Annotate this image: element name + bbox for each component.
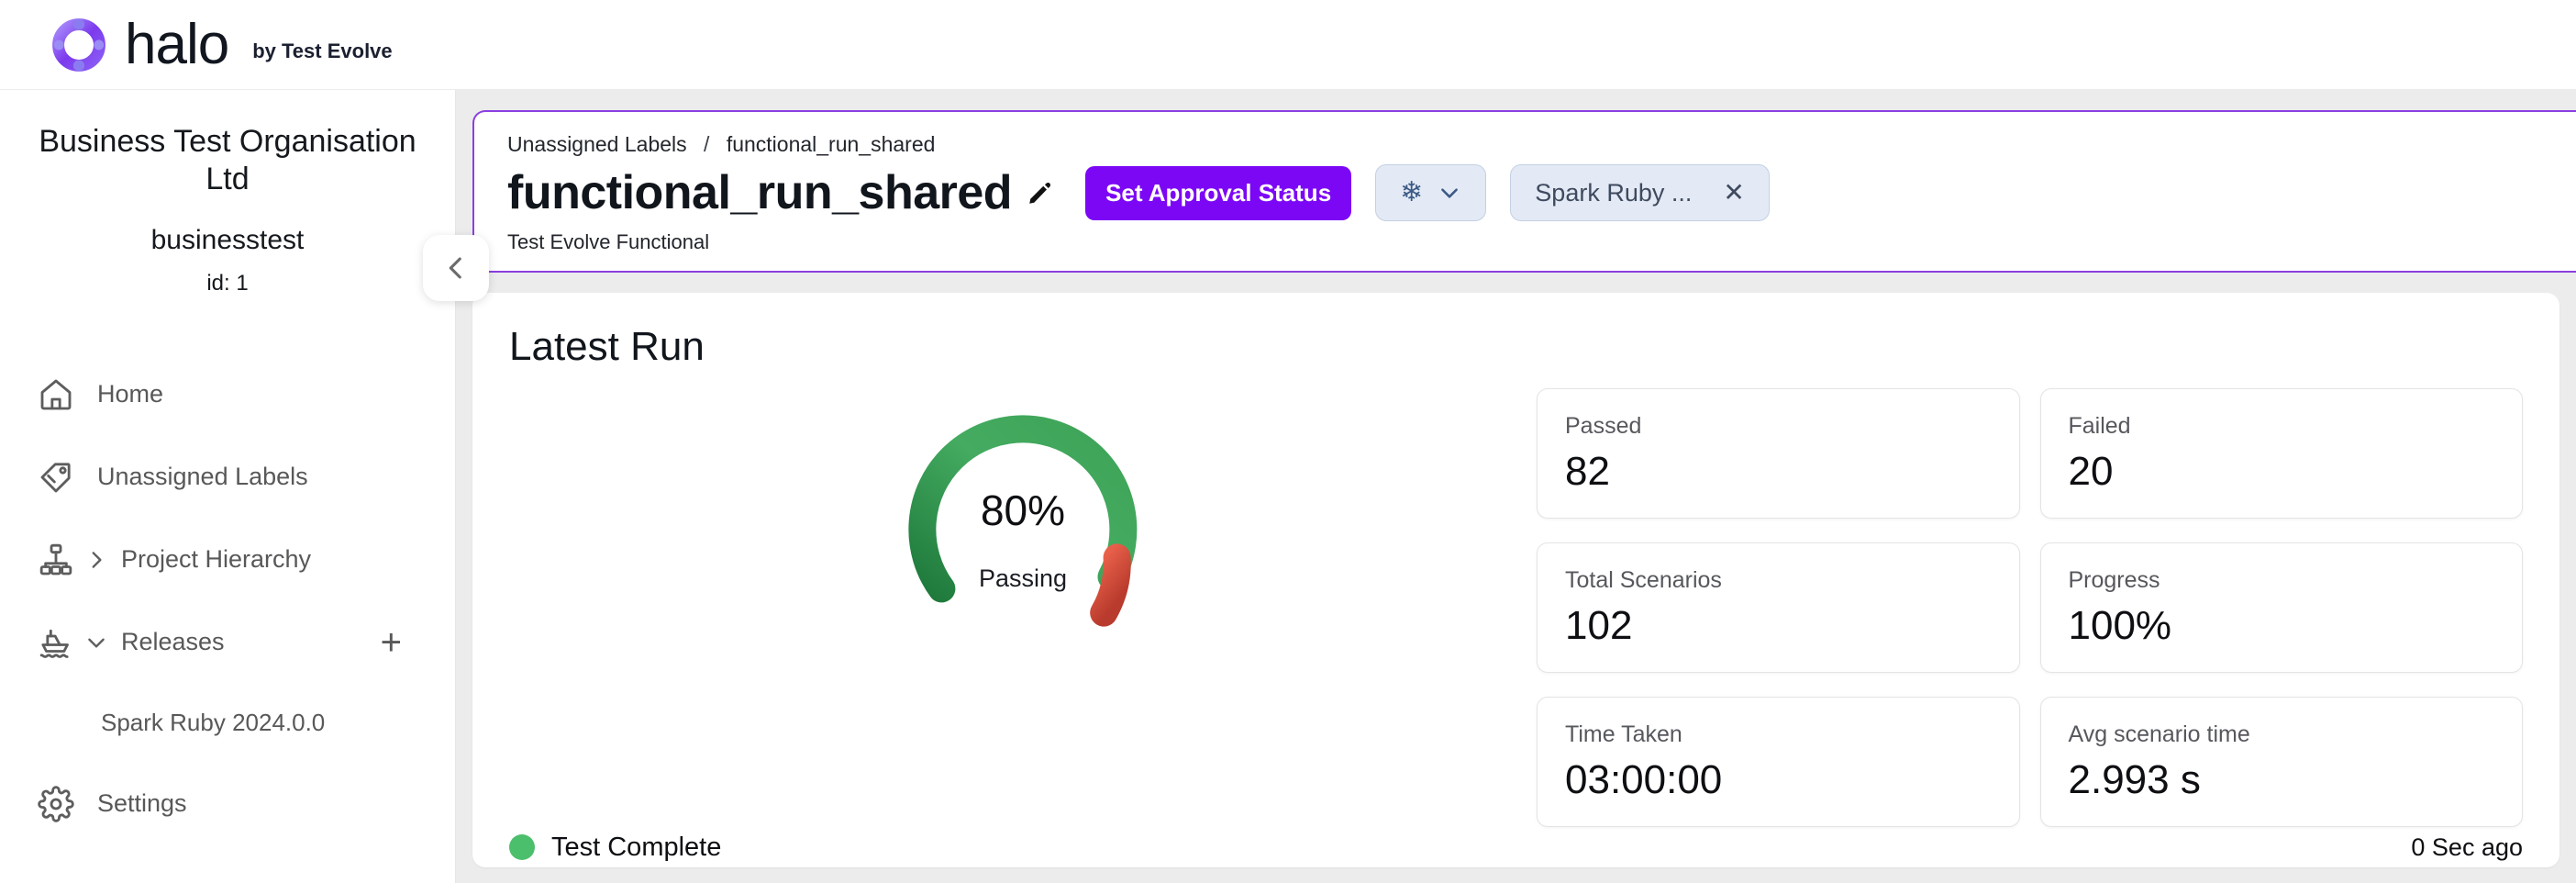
stat-value: 03:00:00 — [1565, 757, 1723, 802]
stat-label: Progress — [2068, 567, 2160, 593]
gauge-percentage: 80% — [980, 486, 1066, 534]
organisation-name: Business Test Organisation Ltd — [39, 124, 416, 197]
latest-run-title: Latest Run — [509, 324, 705, 369]
sidebar-item-release-spark-ruby[interactable]: Spark Ruby 2024.0.0 — [0, 684, 455, 763]
close-icon[interactable]: ✕ — [1723, 180, 1744, 206]
sidebar-item-home[interactable]: Home — [0, 353, 455, 436]
stat-card-total-scenarios: Total Scenarios 102 — [1537, 542, 2020, 673]
sidebar-item-settings[interactable]: Settings — [0, 763, 455, 845]
chevron-down-icon[interactable] — [77, 631, 116, 654]
stat-card-avg-scenario-time: Avg scenario time 2.993 s — [2039, 697, 2523, 827]
sidebar-item-releases[interactable]: Releases + — [0, 601, 455, 684]
set-approval-status-button[interactable]: Set Approval Status — [1085, 165, 1352, 220]
sidebar-item-unassigned-labels[interactable]: Unassigned Labels — [0, 436, 455, 519]
stat-value: 20 — [2068, 449, 2114, 494]
ship-icon — [35, 621, 77, 664]
sidebar-item-label: Settings — [97, 789, 187, 818]
home-icon — [35, 374, 77, 416]
page-subtitle: Test Evolve Functional — [507, 230, 710, 253]
sidebar-item-project-hierarchy[interactable]: Project Hierarchy — [0, 519, 455, 601]
status-indicator-dot — [509, 834, 535, 860]
last-updated-timestamp: 0 Sec ago — [2411, 833, 2523, 861]
breadcrumb-separator: / — [704, 132, 710, 156]
chevron-left-icon — [449, 257, 461, 279]
stat-value: 82 — [1565, 449, 1610, 494]
breadcrumb: Unassigned Labels / functional_run_share… — [507, 132, 2576, 157]
organisation-id: id: 1 — [206, 270, 249, 296]
stat-label: Failed — [2068, 413, 2131, 439]
sidebar-item-label: Releases — [121, 628, 225, 656]
sidebar-item-label: Unassigned Labels — [97, 463, 308, 491]
pencil-icon[interactable] — [1027, 179, 1054, 207]
breadcrumb-parent[interactable]: Unassigned Labels — [507, 132, 687, 156]
release-child-label: Spark Ruby 2024.0.0 — [101, 709, 326, 737]
run-header-panel: Unassigned Labels / functional_run_share… — [472, 110, 2576, 273]
stat-value: 100% — [2068, 603, 2172, 648]
stat-card-time-taken: Time Taken 03:00:00 — [1537, 697, 2020, 827]
sidebar-item-label: Home — [97, 380, 164, 408]
page-title: functional_run_shared — [507, 166, 1013, 219]
passing-gauge-chart: 80% Passing — [830, 397, 1216, 673]
stat-label: Avg scenario time — [2068, 721, 2250, 747]
run-status-footer: Test Complete 0 Sec ago — [509, 827, 2523, 867]
brand-name: halo — [125, 13, 229, 76]
stat-card-failed: Failed 20 — [2039, 388, 2523, 519]
stat-card-progress: Progress 100% — [2039, 542, 2523, 673]
tag-icon — [35, 456, 77, 498]
main-content: Unassigned Labels / functional_run_share… — [423, 90, 2576, 883]
gauge-label: Passing — [978, 564, 1068, 592]
sidebar-item-label: Project Hierarchy — [121, 545, 312, 574]
latest-run-card: Latest Run 80% Passing Passed 82 Failed … — [472, 293, 2559, 867]
sidebar: Business Test Organisation Ltd businesst… — [0, 90, 456, 883]
brand-tagline: by Test Evolve — [252, 39, 393, 62]
stat-label: Total Scenarios — [1565, 567, 1722, 593]
halo-logo-icon — [48, 14, 110, 76]
collapse-sidebar-button[interactable] — [423, 235, 489, 301]
gauge-container: 80% Passing — [509, 385, 1537, 673]
release-chip-label: Spark Ruby ... — [1535, 178, 1693, 207]
stat-card-passed: Passed 82 — [1537, 388, 2020, 519]
stat-value: 2.993 s — [2068, 757, 2201, 802]
stat-label: Time Taken — [1565, 721, 1682, 747]
latest-run-body: 80% Passing Passed 82 Failed 20 Total Sc… — [509, 370, 2523, 827]
chevron-right-icon[interactable] — [77, 548, 116, 572]
stats-grid: Passed 82 Failed 20 Total Scenarios 102 … — [1537, 385, 2523, 827]
status-badge: Test Complete — [551, 832, 722, 862]
release-filter-chip[interactable]: Spark Ruby ... ✕ — [1510, 164, 1770, 221]
stat-label: Passed — [1565, 413, 1642, 439]
stat-value: 102 — [1565, 603, 1633, 648]
sidebar-nav: Home Unassigned Labels Project Hierarchy… — [0, 353, 455, 845]
breadcrumb-current: functional_run_shared — [726, 132, 936, 156]
hierarchy-icon — [35, 539, 77, 581]
organisation-handle: businesstest — [150, 224, 305, 255]
snowflake-icon: ❄ — [1400, 177, 1424, 207]
environment-selector-button[interactable]: ❄ — [1375, 164, 1487, 221]
app-header: halo by Test Evolve — [0, 0, 2576, 90]
title-row: functional_run_shared Set Approval Statu… — [507, 164, 2576, 221]
gear-icon — [35, 783, 77, 825]
add-release-button[interactable]: + — [381, 624, 402, 661]
chevron-down-icon — [1438, 181, 1461, 205]
